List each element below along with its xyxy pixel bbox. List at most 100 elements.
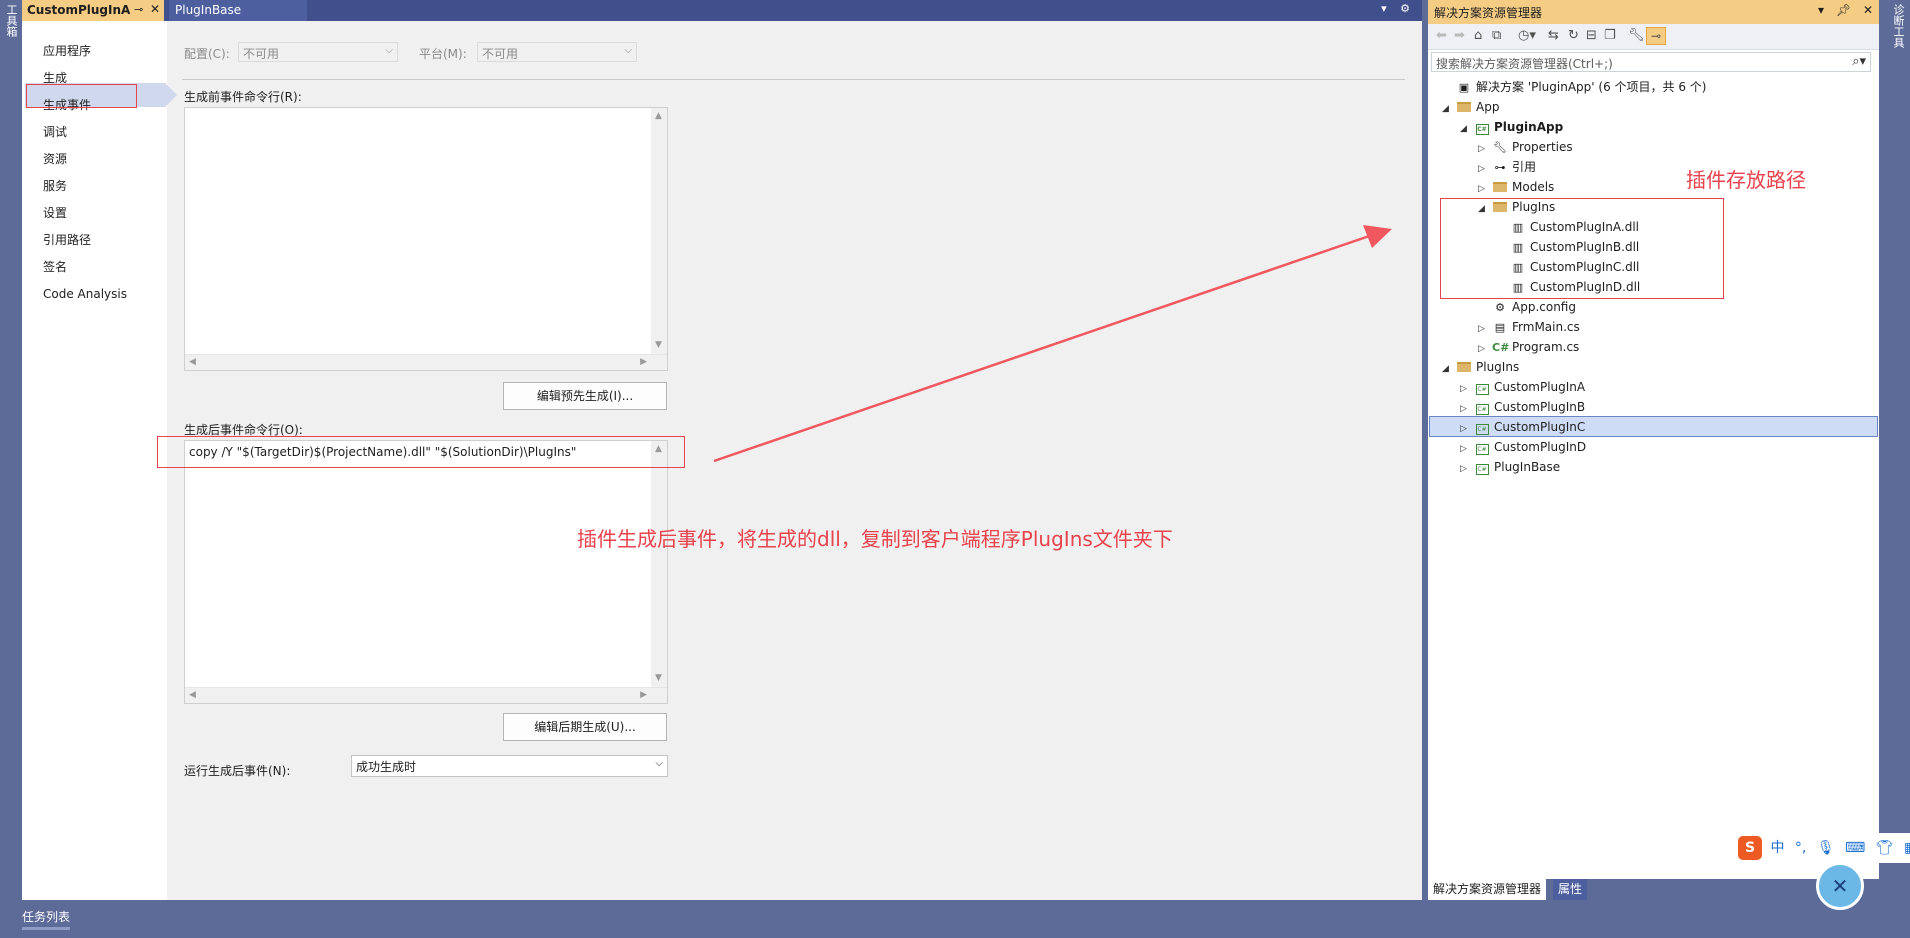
collapse-all-icon[interactable]: ⊟ xyxy=(1586,28,1597,43)
task-list-tab[interactable]: 任务列表 xyxy=(22,908,71,930)
toolbox-tab[interactable]: 工具箱 xyxy=(3,4,19,37)
expanded-icon[interactable]: ◢ xyxy=(1442,359,1456,379)
ime-mode[interactable]: 中 xyxy=(1770,840,1784,856)
tree-item-project-a[interactable]: ▷ C# CustomPlugInA xyxy=(1460,377,1585,397)
collapsed-icon[interactable]: ▷ xyxy=(1460,419,1474,439)
tab-properties[interactable]: 属性 xyxy=(1553,879,1588,900)
collapsed-icon[interactable]: ▷ xyxy=(1478,179,1492,199)
tree-item-models[interactable]: ▷ Models xyxy=(1478,177,1554,197)
close-icon[interactable]: ✕ xyxy=(1863,3,1873,17)
collapsed-icon[interactable]: ▷ xyxy=(1478,339,1492,359)
collapsed-icon[interactable]: ▷ xyxy=(1478,159,1492,179)
switch-views-icon[interactable]: ⧉ xyxy=(1492,28,1501,43)
nav-item-application[interactable]: 应用程序 xyxy=(43,40,91,62)
back-icon[interactable]: ⬅ xyxy=(1436,28,1447,43)
floating-assistant-icon[interactable]: ✕ xyxy=(1816,862,1864,910)
run-postbuild-select[interactable]: 成功生成时 ⌵ xyxy=(351,755,668,777)
vertical-scrollbar[interactable]: ▲ ▼ xyxy=(651,108,667,354)
pending-changes-icon[interactable]: ◷▾ xyxy=(1518,28,1536,43)
gear-icon[interactable]: ⚙ xyxy=(1400,2,1410,15)
preview-selected-icon[interactable]: ⊸ xyxy=(1646,27,1666,45)
nav-item-reference-paths[interactable]: 引用路径 xyxy=(43,229,91,251)
grid-menu-icon[interactable]: ▦ xyxy=(1904,840,1910,856)
prebuild-textarea[interactable]: ▲ ▼ ◀ ▶ xyxy=(184,107,668,371)
edit-postbuild-button[interactable]: 编辑后期生成(U)... xyxy=(503,713,667,741)
explorer-search-input[interactable]: 搜索解决方案资源管理器(Ctrl+;) ⌕▾ xyxy=(1431,52,1871,72)
skin-icon[interactable]: 👕︎ xyxy=(1876,840,1894,856)
collapsed-icon[interactable]: ▷ xyxy=(1478,319,1492,339)
tab-pluginbase[interactable]: PlugInBase xyxy=(169,0,307,21)
csproj-icon: C# xyxy=(1475,464,1489,475)
dropdown-icon[interactable]: ▾ xyxy=(1818,3,1824,17)
config-select: 不可用 ⌵ xyxy=(238,42,398,62)
search-icon[interactable]: ⌕▾ xyxy=(1852,54,1866,69)
nav-item-debug[interactable]: 调试 xyxy=(43,121,67,143)
collapsed-icon[interactable]: ▷ xyxy=(1460,439,1474,459)
vertical-scrollbar[interactable]: ▲ ▼ xyxy=(651,441,667,687)
nav-item-settings[interactable]: 设置 xyxy=(43,202,67,224)
document-tabbar: CustomPlugInA ⊸ ✕ PlugInBase ▾ ⚙ xyxy=(22,0,1422,21)
nav-item-code-analysis[interactable]: Code Analysis xyxy=(43,283,127,305)
close-icon[interactable]: ✕ xyxy=(150,2,160,16)
sync-icon[interactable]: ⇆ xyxy=(1548,28,1559,43)
scroll-up-icon[interactable]: ▲ xyxy=(655,111,662,121)
tree-item-app-config[interactable]: ⚙ App.config xyxy=(1478,297,1576,317)
collapsed-icon[interactable]: ▷ xyxy=(1460,399,1474,419)
tree-item-project-d[interactable]: ▷ C# CustomPlugInD xyxy=(1460,437,1586,457)
horizontal-scrollbar[interactable]: ◀ ▶ xyxy=(185,354,667,370)
pin-icon[interactable]: ⊸ xyxy=(134,3,143,16)
tree-item-pluginapp[interactable]: ◢ C# PluginApp xyxy=(1460,117,1563,137)
chevron-down-icon: ⌵ xyxy=(624,45,632,56)
tree-item-project-c[interactable]: ▷ C# CustomPlugInC xyxy=(1460,417,1585,437)
solution-explorer: 解决方案资源管理器 ▾ 📌︎ ✕ ⬅ ➡ ⌂ ⧉ ◷▾ ⇆ ↻ ⊟ ❐ 🔧︎ ⊸… xyxy=(1428,0,1879,900)
horizontal-scrollbar[interactable]: ◀ ▶ xyxy=(185,687,667,703)
show-all-files-icon[interactable]: ❐ xyxy=(1604,28,1616,43)
divider xyxy=(182,79,1405,80)
tree-item-project-b[interactable]: ▷ C# CustomPlugInB xyxy=(1460,397,1585,417)
csproj-icon: C# xyxy=(1475,444,1489,455)
collapsed-icon[interactable]: ▷ xyxy=(1460,379,1474,399)
home-icon[interactable]: ⌂ xyxy=(1474,28,1482,43)
scroll-left-icon[interactable]: ◀ xyxy=(189,357,196,367)
scroll-right-icon[interactable]: ▶ xyxy=(640,690,647,700)
scroll-down-icon[interactable]: ▼ xyxy=(655,340,662,350)
tab-solution-explorer[interactable]: 解决方案资源管理器 xyxy=(1428,879,1547,900)
tree-item-project-pluginbase[interactable]: ▷ C# PlugInBase xyxy=(1460,457,1560,477)
pin-icon[interactable]: 📌︎ xyxy=(1836,3,1851,17)
tree-item-references[interactable]: ▷ ⊶ 引用 xyxy=(1478,157,1536,177)
search-placeholder: 搜索解决方案资源管理器(Ctrl+;) xyxy=(1436,57,1613,71)
expanded-icon[interactable]: ◢ xyxy=(1442,99,1456,119)
refresh-icon[interactable]: ↻ xyxy=(1568,28,1579,43)
forward-icon[interactable]: ➡ xyxy=(1454,28,1465,43)
ime-logo[interactable]: S xyxy=(1738,836,1762,860)
scroll-down-icon[interactable]: ▼ xyxy=(655,673,662,683)
collapsed-icon[interactable]: ▷ xyxy=(1460,459,1474,479)
highlight-box-postbuild xyxy=(157,436,685,468)
tree-item-solution[interactable]: ▣ 解决方案 'PluginApp' (6 个项目，共 6 个) xyxy=(1442,77,1707,97)
nav-item-services[interactable]: 服务 xyxy=(43,175,67,197)
scroll-right-icon[interactable]: ▶ xyxy=(640,357,647,367)
config-icon: ⚙ xyxy=(1495,301,1505,314)
scroll-left-icon[interactable]: ◀ xyxy=(189,690,196,700)
microphone-icon[interactable]: 🎙︎ xyxy=(1817,840,1835,856)
tree-item-properties[interactable]: ▷ 🔧︎ Properties xyxy=(1478,137,1573,157)
tree-item-program[interactable]: ▷ C# Program.cs xyxy=(1478,337,1579,357)
properties-wrench-icon[interactable]: 🔧︎ xyxy=(1628,28,1645,43)
ime-punctuation[interactable]: °, xyxy=(1795,840,1806,856)
expanded-icon[interactable]: ◢ xyxy=(1460,119,1474,139)
keyboard-icon[interactable]: ⌨ xyxy=(1845,840,1865,856)
tab-custompluginA[interactable]: CustomPlugInA ⊸ ✕ xyxy=(22,0,164,21)
tree-item-app-folder[interactable]: ◢ App xyxy=(1442,97,1499,117)
ime-toolbar: S 中 °, 🎙︎ ⌨ 👕︎ ▦ xyxy=(1732,833,1910,863)
tree-item-frmmain[interactable]: ▷ ▤ FrmMain.cs xyxy=(1478,317,1580,337)
config-label: 配置(C): xyxy=(184,47,230,61)
left-toolbar: 工具箱 xyxy=(0,0,22,900)
tree-item-plugins-solution-folder[interactable]: ◢ PlugIns xyxy=(1442,357,1519,377)
edit-prebuild-button[interactable]: 编辑预先生成(I)... xyxy=(503,382,667,410)
postbuild-textarea[interactable]: copy /Y "$(TargetDir)$(ProjectName).dll"… xyxy=(184,440,668,704)
nav-item-signing[interactable]: 签名 xyxy=(43,256,67,278)
nav-item-resources[interactable]: 资源 xyxy=(43,148,67,170)
dropdown-icon[interactable]: ▾ xyxy=(1381,2,1387,15)
diagnostic-tools-tab[interactable]: 诊断工具 xyxy=(1890,4,1906,48)
collapsed-icon[interactable]: ▷ xyxy=(1478,139,1492,159)
